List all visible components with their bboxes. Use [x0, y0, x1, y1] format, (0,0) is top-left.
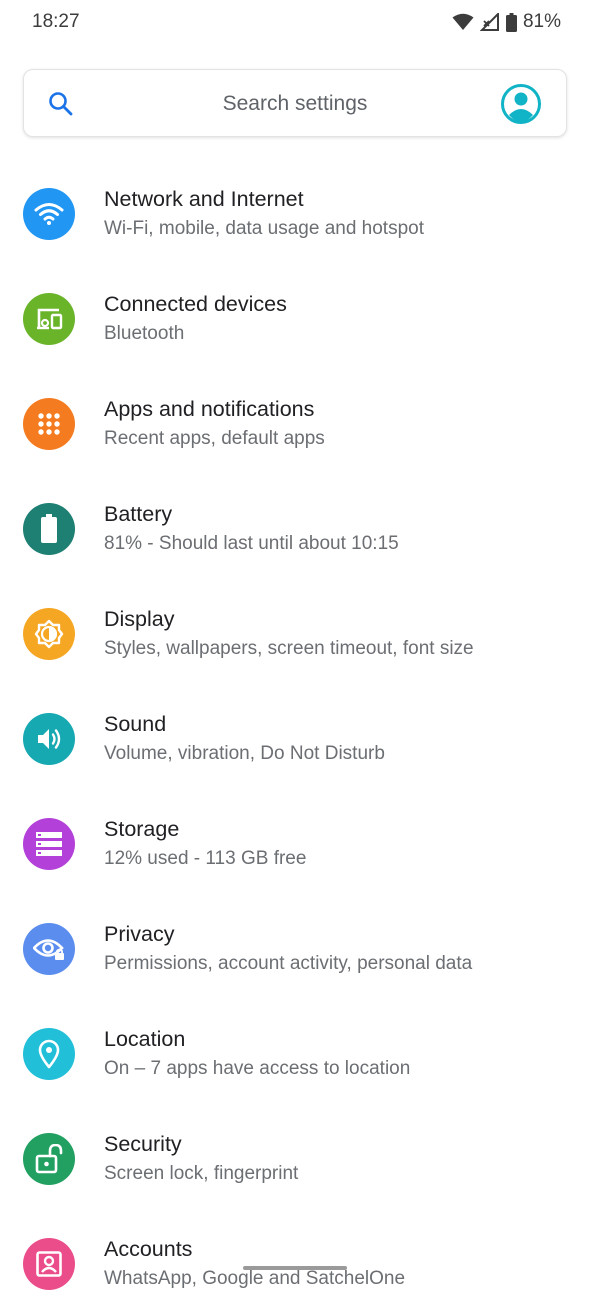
setting-battery[interactable]: Battery 81% - Should last until about 10… [0, 463, 591, 568]
setting-connected-devices[interactable]: Connected devices Bluetooth [0, 253, 591, 358]
setting-location[interactable]: Location On – 7 apps have access to loca… [0, 988, 591, 1093]
setting-storage[interactable]: Storage 12% used - 113 GB free [0, 778, 591, 883]
account-box-icon [23, 1238, 75, 1290]
setting-title: Accounts [104, 1237, 193, 1261]
account-avatar-icon[interactable] [500, 83, 542, 130]
setting-apps-notifications[interactable]: Apps and notifications Recent apps, defa… [0, 358, 591, 463]
setting-subtitle: Volume, vibration, Do Not Disturb [104, 743, 385, 764]
setting-subtitle: Bluetooth [104, 323, 185, 344]
wifi-signal-icon [452, 13, 474, 31]
battery-percent: 81% [522, 11, 561, 32]
status-icons: 81% [452, 11, 561, 33]
gesture-nav-handle[interactable] [243, 1266, 347, 1270]
setting-subtitle: 81% - Should last until about 10:15 [104, 533, 399, 554]
location-pin-icon [23, 1028, 75, 1080]
settings-list: Network and Internet Wi-Fi, mobile, data… [0, 148, 591, 1303]
volume-icon [23, 713, 75, 765]
setting-title: Location [104, 1027, 186, 1051]
setting-subtitle: Wi-Fi, mobile, data usage and hotspot [104, 218, 425, 239]
lock-open-icon [23, 1133, 75, 1185]
setting-subtitle: Screen lock, fingerprint [104, 1163, 299, 1184]
setting-subtitle: WhatsApp, Google and SatchelOne [104, 1268, 406, 1289]
setting-title: Privacy [104, 922, 175, 946]
setting-title: Security [104, 1132, 182, 1156]
setting-title: Sound [104, 712, 167, 736]
setting-subtitle: Permissions, account activity, personal … [104, 953, 473, 974]
devices-icon [23, 293, 75, 345]
setting-display[interactable]: Display Styles, wallpapers, screen timeo… [0, 568, 591, 673]
setting-network-internet[interactable]: Network and Internet Wi-Fi, mobile, data… [0, 148, 591, 253]
storage-icon [23, 818, 75, 870]
setting-privacy[interactable]: Privacy Permissions, account activity, p… [0, 883, 591, 988]
setting-subtitle: 12% used - 113 GB free [104, 848, 307, 869]
setting-title: Display [104, 607, 175, 631]
status-bar: 18:27 81% [0, 0, 591, 48]
setting-subtitle: Styles, wallpapers, screen timeout, font… [104, 638, 474, 659]
cellular-signal-icon [479, 13, 500, 31]
apps-grid-icon [23, 398, 75, 450]
brightness-icon [23, 608, 75, 660]
setting-title: Apps and notifications [104, 397, 315, 421]
setting-accounts[interactable]: Accounts WhatsApp, Google and SatchelOne [0, 1198, 591, 1303]
status-time: 18:27 [32, 11, 80, 32]
setting-title: Connected devices [104, 292, 287, 316]
wifi-icon [23, 188, 75, 240]
setting-title: Battery [104, 502, 173, 526]
setting-subtitle: On – 7 apps have access to location [104, 1058, 411, 1079]
setting-sound[interactable]: Sound Volume, vibration, Do Not Disturb [0, 673, 591, 778]
setting-security[interactable]: Security Screen lock, fingerprint [0, 1093, 591, 1198]
privacy-eye-icon [23, 923, 75, 975]
battery-status-icon [505, 12, 517, 32]
search-bar[interactable]: Search settings [23, 69, 567, 137]
setting-title: Storage [104, 817, 180, 841]
search-placeholder[interactable]: Search settings [24, 92, 566, 116]
battery-icon [23, 503, 75, 555]
setting-subtitle: Recent apps, default apps [104, 428, 325, 449]
setting-title: Network and Internet [104, 187, 304, 211]
